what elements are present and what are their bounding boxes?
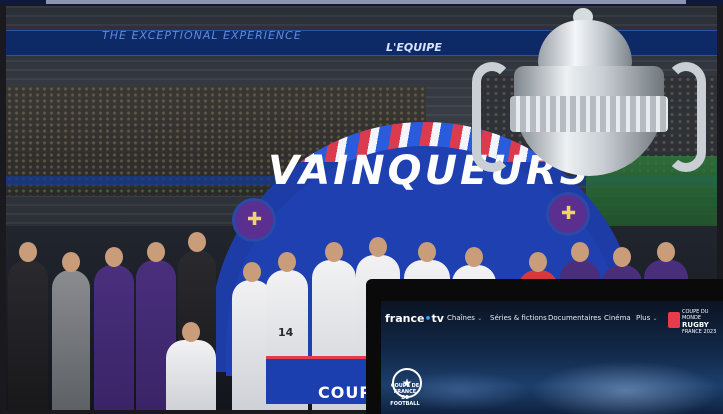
- france-tv-logo[interactable]: france•tv: [385, 312, 444, 325]
- rugby-line-1: COUPE DU MONDE: [682, 309, 709, 321]
- led-board-text-right: L'EQUIPE: [386, 41, 442, 54]
- trophy-icon: [470, 6, 710, 226]
- trophy-lid: [538, 20, 632, 70]
- player-head: [418, 242, 436, 262]
- chevron-down-icon: ⌄: [652, 315, 658, 322]
- trophy-band: [510, 96, 668, 132]
- nav-item-series[interactable]: Séries & fictions: [490, 314, 547, 322]
- player-head: [529, 252, 547, 272]
- player-head: [19, 242, 37, 262]
- nav-item-label: Cinéma: [604, 314, 631, 322]
- trophy-handle-right: [666, 62, 706, 172]
- rugby-world-cup-icon: [668, 312, 680, 328]
- player-head: [325, 242, 343, 262]
- cdf-line-2: DE FOOTBALL: [390, 395, 420, 407]
- player-head: [657, 242, 675, 262]
- rugby-world-cup-logo[interactable]: COUPE DU MONDE RUGBY FRANCE 2023: [682, 309, 723, 335]
- top-bar: [0, 0, 723, 5]
- nav-item-label: Chaînes: [447, 314, 475, 322]
- player: [94, 247, 134, 410]
- brand-name: france: [385, 312, 425, 325]
- nav-item-cinema[interactable]: Cinéma: [604, 314, 631, 322]
- nav-item-label: Documentaires: [548, 314, 602, 322]
- player-head: [369, 237, 387, 257]
- player-head: [147, 242, 165, 262]
- coupe-de-france-logo: COUPE DE FRANCE DE FOOTBALL: [386, 383, 424, 407]
- brand-suffix: tv: [431, 312, 444, 325]
- player-head: [62, 252, 80, 272]
- jersey-number: 14: [278, 326, 294, 339]
- nav-item-chaines[interactable]: Chaînes ⌄: [447, 314, 482, 322]
- rugby-line-3: FRANCE 2023: [682, 329, 717, 335]
- tv-glow: [531, 361, 721, 414]
- player-head: [613, 247, 631, 267]
- player-head: [571, 242, 589, 262]
- nav-item-plus[interactable]: Plus ⌄: [636, 314, 658, 322]
- nav-item-label: Plus: [636, 314, 651, 322]
- player-head: [105, 247, 123, 267]
- nav-item-documentaires[interactable]: Documentaires: [548, 314, 601, 322]
- player-head: [188, 232, 206, 252]
- player-head: [182, 322, 200, 342]
- nav-item-label: Séries & fictions: [490, 314, 547, 322]
- player-head: [278, 252, 296, 272]
- player: [52, 252, 90, 410]
- player-head: [465, 247, 483, 267]
- top-bar-accent: [46, 0, 686, 4]
- player-head: [243, 262, 261, 282]
- led-board-text-left: THE EXCEPTIONAL EXPERIENCE: [102, 29, 302, 42]
- chevron-down-icon: ⌄: [477, 315, 483, 322]
- rugby-line-2: RUGBY: [682, 321, 709, 329]
- cdf-line-1: COUPE DE FRANCE: [390, 383, 420, 395]
- player: [8, 242, 48, 410]
- trophy-handle-left: [472, 62, 512, 172]
- player: [166, 322, 216, 410]
